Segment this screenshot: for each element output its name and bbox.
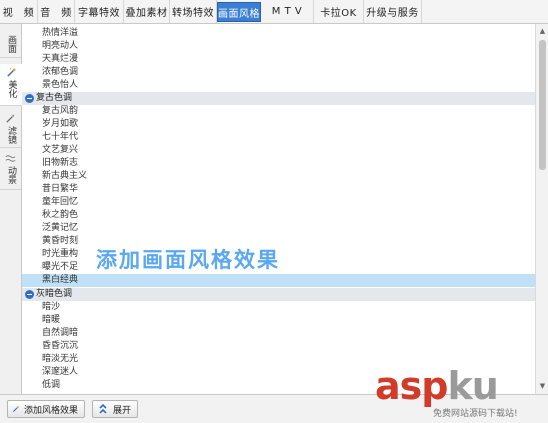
side-tab-picture[interactable]: 画面 (0, 32, 21, 58)
scroll-thumb[interactable] (539, 40, 546, 170)
list-item[interactable]: 童年回忆 (22, 196, 535, 209)
list-item[interactable]: 旧物新志 (22, 157, 535, 170)
watermark-logo: aspku (375, 364, 499, 408)
side-tab-label: 画面 (6, 35, 16, 53)
overlay-title: 添加画面风格效果 (96, 248, 280, 272)
expand-icon (99, 403, 107, 414)
list-scrollbar[interactable]: ▲ ▼ (535, 24, 548, 394)
list-item[interactable]: 泛黄记忆 (22, 222, 535, 235)
top-tab-bar: 视 频 音 频 字幕特效 叠加素材 转场特效 画面风格 M T V 卡拉OK 升… (0, 0, 548, 24)
side-tab-motion[interactable]: 动景 (0, 150, 21, 190)
side-tab-label: 美化 (6, 80, 17, 98)
list-item[interactable]: 暗沙 (22, 301, 535, 314)
tab-audio[interactable]: 音 频 (38, 0, 75, 23)
side-tab-label: 动景 (6, 166, 16, 184)
list-item[interactable]: 明亮动人 (22, 40, 535, 53)
tab-video[interactable]: 视 频 (0, 0, 38, 23)
list-item[interactable]: 秋之韵色 (22, 209, 535, 222)
site-watermark: aspku 免费网站源码下载站! (375, 366, 545, 422)
tab-overlay-materials[interactable]: 叠加素材 (124, 0, 170, 23)
list-item[interactable]: 昏昏沉沉 (22, 340, 535, 353)
scroll-up-icon[interactable]: ▲ (537, 26, 548, 37)
list-item[interactable]: 景色怡人 (22, 79, 535, 92)
list-item[interactable]: 暗暖 (22, 314, 535, 327)
list-item[interactable]: 浓郁色调 (22, 66, 535, 79)
list-item[interactable]: 七十年代 (22, 131, 535, 144)
collapse-icon[interactable] (25, 94, 34, 103)
list-item[interactable]: 岁月如歌 (22, 118, 535, 131)
group-header-dark[interactable]: 灰暗色调 (22, 288, 535, 301)
watermark-asp: asp (375, 364, 448, 408)
group-header-retro[interactable]: 复古色调 (22, 92, 535, 105)
button-label: 展开 (112, 405, 131, 416)
tab-mtv[interactable]: M T V (261, 0, 314, 23)
wave-icon (5, 155, 16, 162)
tab-subtitle-effects[interactable]: 字幕特效 (75, 0, 124, 23)
watermark-subtitle: 免费网站源码下载站! (433, 409, 518, 419)
tab-picture-style[interactable]: 画面风格 (217, 2, 261, 22)
tab-transition-effects[interactable]: 转场特效 (170, 0, 217, 23)
tab-upgrade-service[interactable]: 升级与服务 (364, 0, 422, 23)
filter-wand-icon (6, 114, 15, 123)
button-label: 添加风格效果 (23, 405, 78, 416)
side-tab-label: 滤镜 (6, 126, 16, 144)
style-list: 热情洋溢 明亮动人 天真烂漫 浓郁色调 景色怡人 复古色调 复古风韵 岁月如歌 … (22, 24, 535, 394)
watermark-ku: ku (447, 364, 498, 408)
list-item[interactable]: 昔日繁华 (22, 183, 535, 196)
list-item[interactable]: 复古风韵 (22, 105, 535, 118)
list-item[interactable]: 热情洋溢 (22, 27, 535, 40)
group-label: 灰暗色调 (36, 289, 73, 299)
add-style-effect-button[interactable]: 添加风格效果 (7, 400, 85, 418)
magic-wand-icon (12, 406, 19, 413)
side-tab-beautify[interactable]: 美化 (0, 64, 22, 106)
side-tab-filter[interactable]: 滤镜 (0, 110, 21, 148)
magic-wand-icon (6, 68, 16, 77)
expand-button[interactable]: 展开 (92, 400, 138, 418)
list-item[interactable]: 天真烂漫 (22, 53, 535, 66)
list-item[interactable]: 文艺复兴 (22, 144, 535, 157)
tab-karaoke[interactable]: 卡拉OK (314, 0, 364, 23)
list-item[interactable]: 自然调暗 (22, 327, 535, 340)
list-item-selected[interactable]: 黑白经典 (22, 274, 535, 287)
group-label: 复古色调 (36, 93, 73, 103)
collapse-icon[interactable] (25, 290, 34, 299)
list-item[interactable]: 新古典主义 (22, 170, 535, 183)
side-tab-bar: 画面 美化 滤镜 动景 (0, 24, 22, 394)
